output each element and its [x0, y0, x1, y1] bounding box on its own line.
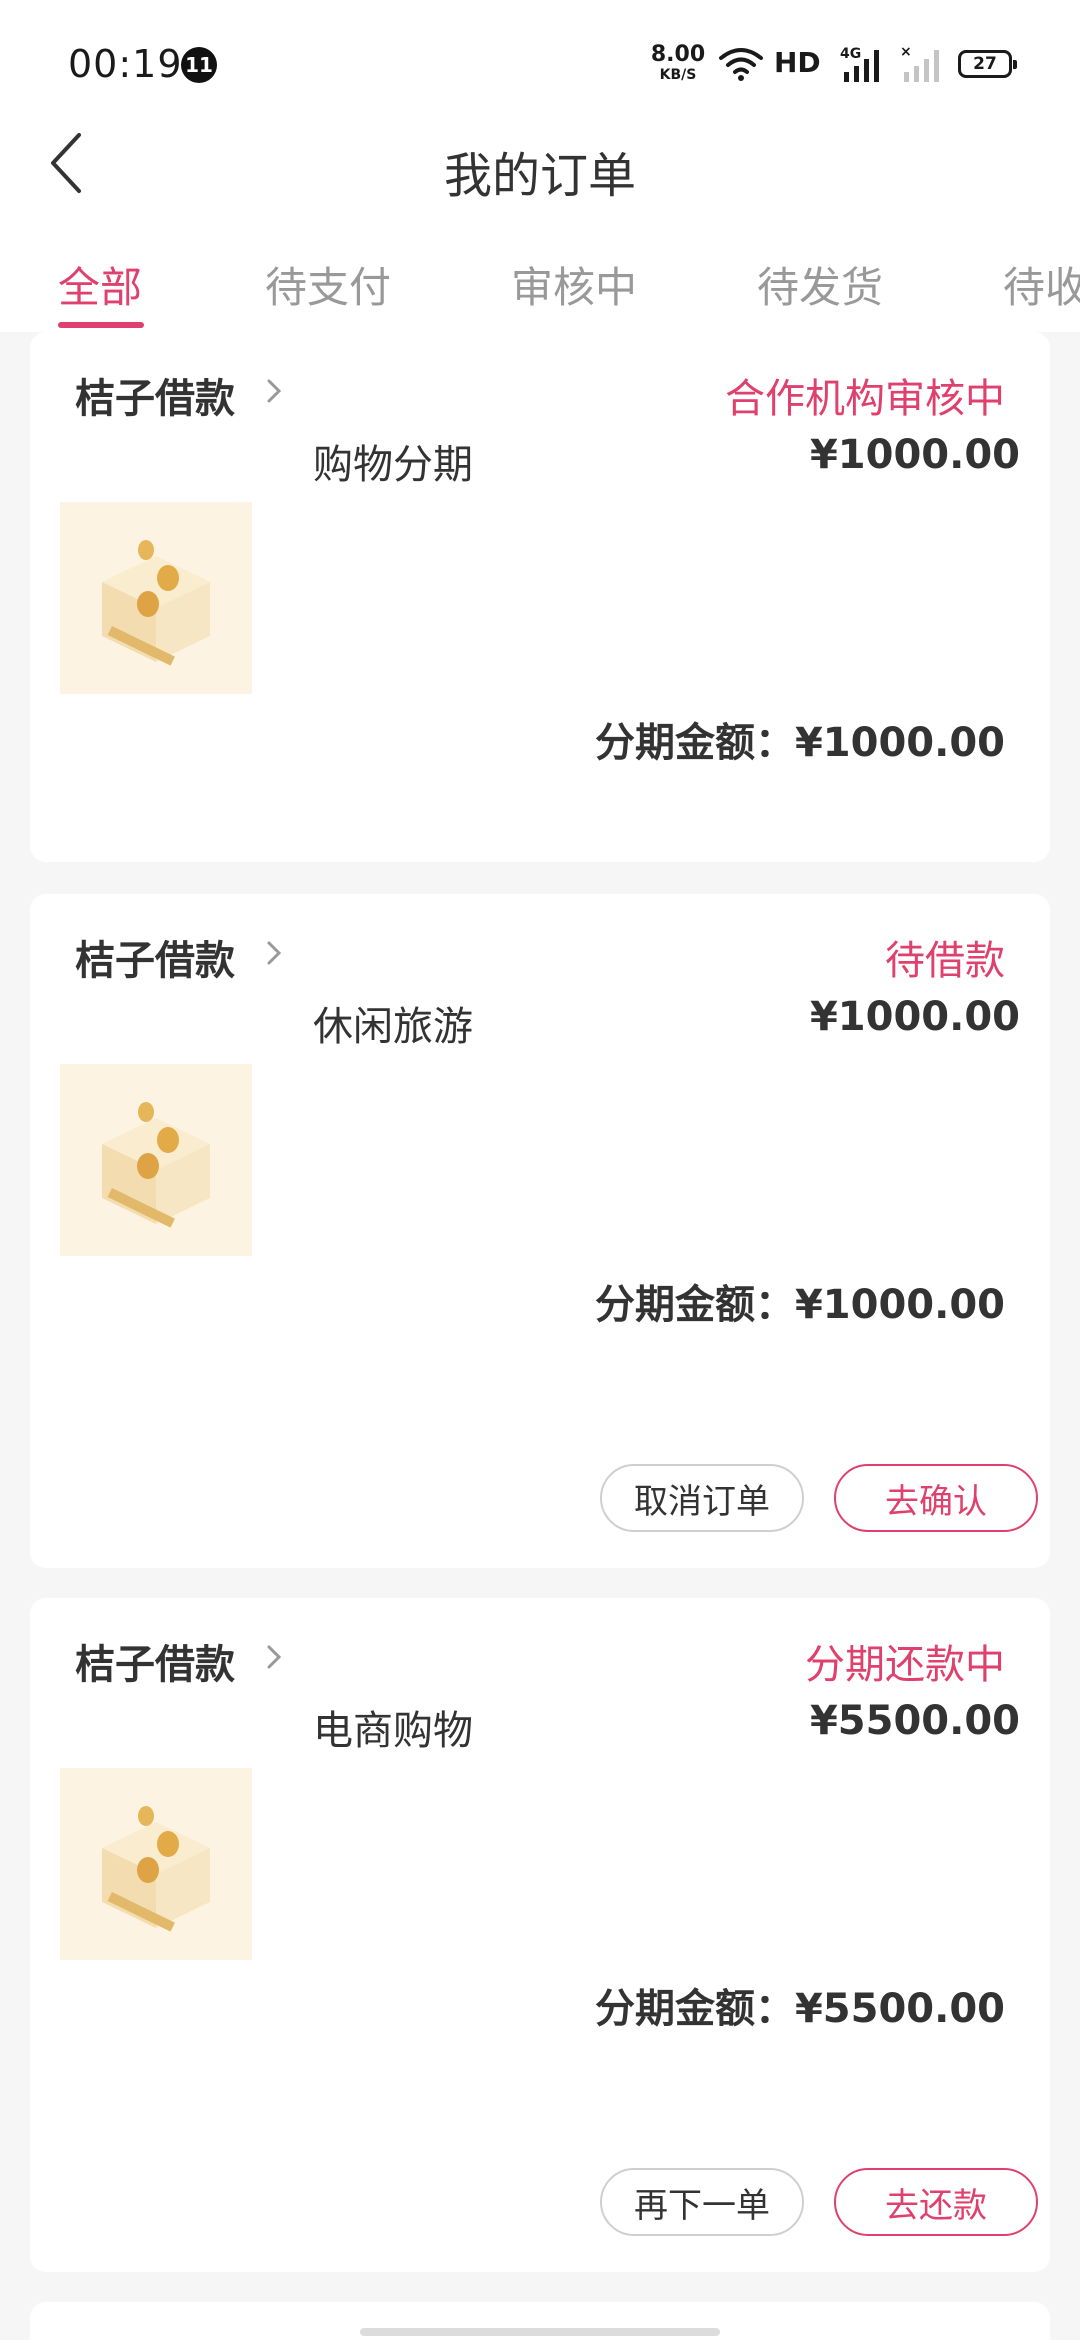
tab-pending-shipment[interactable]: 待发货	[757, 254, 883, 315]
order-status-tabs: 全部 待支付 审核中 待发货 待收	[0, 230, 1080, 332]
installment-amount: 分期金额：¥1000.00	[594, 1282, 1005, 1328]
signal-no-service-icon: ×	[900, 44, 939, 82]
hd-voice-label: HD	[774, 46, 821, 79]
gold-coins-cube-icon	[60, 1064, 252, 1256]
merchant-name[interactable]: 桔子借款	[75, 366, 235, 424]
tab-pending-receipt[interactable]: 待收	[1003, 254, 1080, 315]
product-image	[60, 1064, 252, 1256]
order-status: 待借款	[885, 938, 1005, 984]
home-indicator[interactable]	[360, 2328, 720, 2336]
cancel-order-button[interactable]: 取消订单	[600, 1464, 804, 1532]
product-name: 购物分期	[313, 442, 473, 488]
tab-pending-payment[interactable]: 待支付	[265, 254, 391, 315]
reorder-button[interactable]: 再下一单	[600, 2168, 804, 2236]
chevron-right-icon	[267, 379, 282, 403]
product-name: 休闲旅游	[313, 1004, 473, 1050]
chevron-right-icon	[267, 941, 282, 965]
installment-amount: 分期金额：¥5500.00	[594, 1986, 1005, 2032]
product-price: ¥5500.00	[809, 1698, 1020, 1744]
chevron-right-icon	[267, 1645, 282, 1669]
gold-coins-cube-icon	[60, 502, 252, 694]
confirm-order-button[interactable]: 去确认	[834, 1464, 1038, 1532]
network-speed-unit: KB/S	[659, 67, 697, 83]
network-speed: 8.00 KB/S	[650, 42, 706, 83]
product-name: 电商购物	[313, 1708, 473, 1754]
tab-active-indicator	[58, 322, 144, 328]
svg-text:4G: 4G	[840, 46, 861, 62]
merchant-name[interactable]: 桔子借款	[75, 1632, 235, 1690]
order-status: 分期还款中	[805, 1642, 1005, 1688]
repay-button[interactable]: 去还款	[834, 2168, 1038, 2236]
network-speed-value: 8.00	[650, 42, 706, 67]
order-status: 合作机构审核中	[725, 376, 1005, 422]
tab-all[interactable]: 全部	[58, 254, 142, 315]
merchant-name[interactable]: 桔子借款	[75, 928, 235, 986]
battery-icon: 27	[958, 50, 1017, 78]
wifi-icon	[719, 48, 763, 81]
order-card: 桔子借款 合作机构审核中 购物分期 ¥1000.00 分期金额：¥1000.00	[30, 332, 1050, 862]
svg-text:×: ×	[900, 44, 912, 60]
order-card: 桔子借款 待借款 休闲旅游 ¥1000.00 分期金额：¥1000.00 取消订…	[30, 894, 1050, 1568]
tab-under-review[interactable]: 审核中	[511, 254, 637, 315]
installment-amount: 分期金额：¥1000.00	[594, 720, 1005, 766]
product-price: ¥1000.00	[809, 994, 1020, 1040]
status-time: 00:19	[68, 42, 183, 86]
gold-coins-cube-icon	[60, 1768, 252, 1960]
page-title: 我的订单	[443, 148, 636, 204]
product-image	[60, 502, 252, 694]
battery-level: 27	[973, 54, 997, 74]
notification-count-badge: 11	[181, 47, 217, 83]
order-card: 桔子借款 分期还款中 电商购物 ¥5500.00 分期金额：¥5500.00 再…	[30, 1598, 1050, 2272]
signal-4g-icon: 4G	[840, 46, 879, 82]
product-price: ¥1000.00	[809, 432, 1020, 478]
product-image	[60, 1768, 252, 1960]
nav-bar: 我的订单	[0, 100, 1080, 230]
